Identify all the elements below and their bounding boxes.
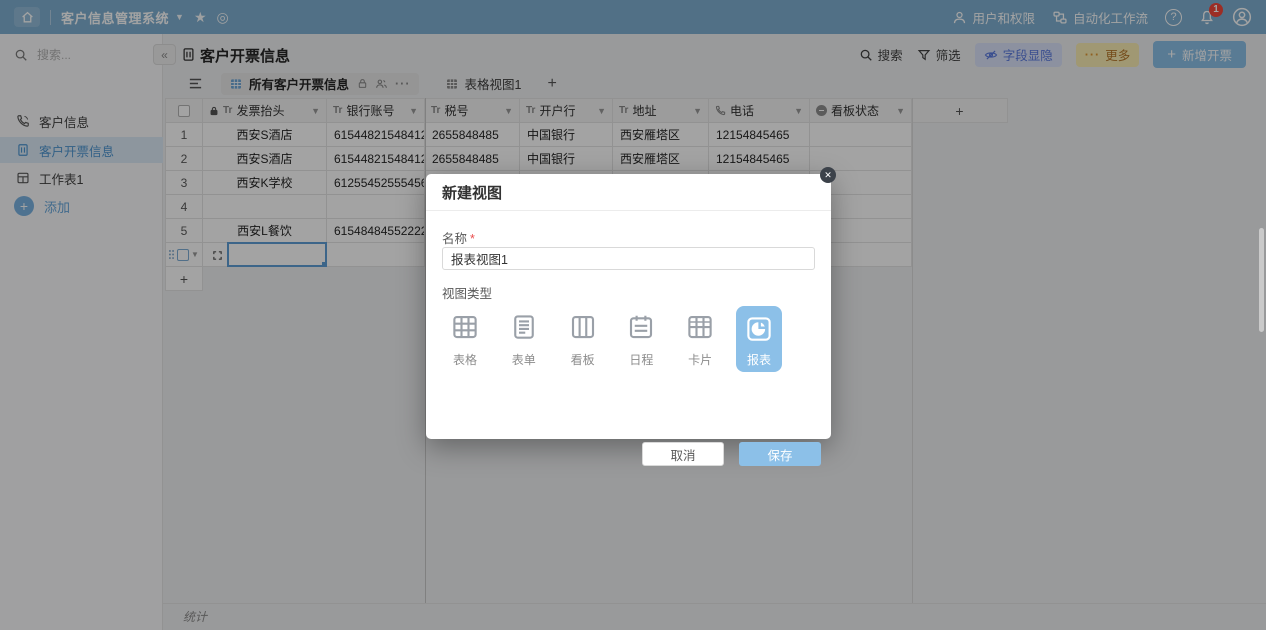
vertical-scrollbar[interactable] <box>1259 228 1264 332</box>
view-type-日程[interactable]: 日程 <box>618 306 664 378</box>
view-type-label: 视图类型 <box>442 283 492 302</box>
card-view-icon <box>685 312 715 342</box>
name-field-label: 名称* <box>442 228 475 247</box>
view-type-options: 表格 表单 看板 日程 卡片 报表 <box>442 306 782 378</box>
view-type-卡片[interactable]: 卡片 <box>677 306 723 378</box>
grid-view-icon <box>450 312 480 342</box>
view-type-报表[interactable]: 报表 <box>736 306 782 372</box>
view-type-表格[interactable]: 表格 <box>442 306 488 378</box>
cancel-button[interactable]: 取消 <box>642 442 724 466</box>
view-type-label: 看板 <box>571 351 595 368</box>
save-button[interactable]: 保存 <box>739 442 821 466</box>
close-icon[interactable]: ✕ <box>820 167 836 183</box>
view-type-看板[interactable]: 看板 <box>560 306 606 378</box>
report-view-icon <box>744 314 774 344</box>
modal-title: 新建视图 <box>426 174 831 211</box>
view-type-label: 表格 <box>453 351 477 368</box>
kanban-view-icon <box>568 312 598 342</box>
view-type-label: 报表 <box>747 351 771 368</box>
calendar-view-icon <box>626 312 656 342</box>
form-view-icon <box>509 312 539 342</box>
view-type-label: 日程 <box>629 351 653 368</box>
view-type-表单[interactable]: 表单 <box>501 306 547 378</box>
new-view-modal: ✕ 新建视图 名称* 视图类型 表格 表单 看板 日程 卡片 报表 取消 保存 <box>426 174 831 439</box>
view-type-label: 卡片 <box>688 351 712 368</box>
view-name-input[interactable] <box>442 247 815 270</box>
view-type-label: 表单 <box>512 351 536 368</box>
required-mark: * <box>470 232 475 246</box>
